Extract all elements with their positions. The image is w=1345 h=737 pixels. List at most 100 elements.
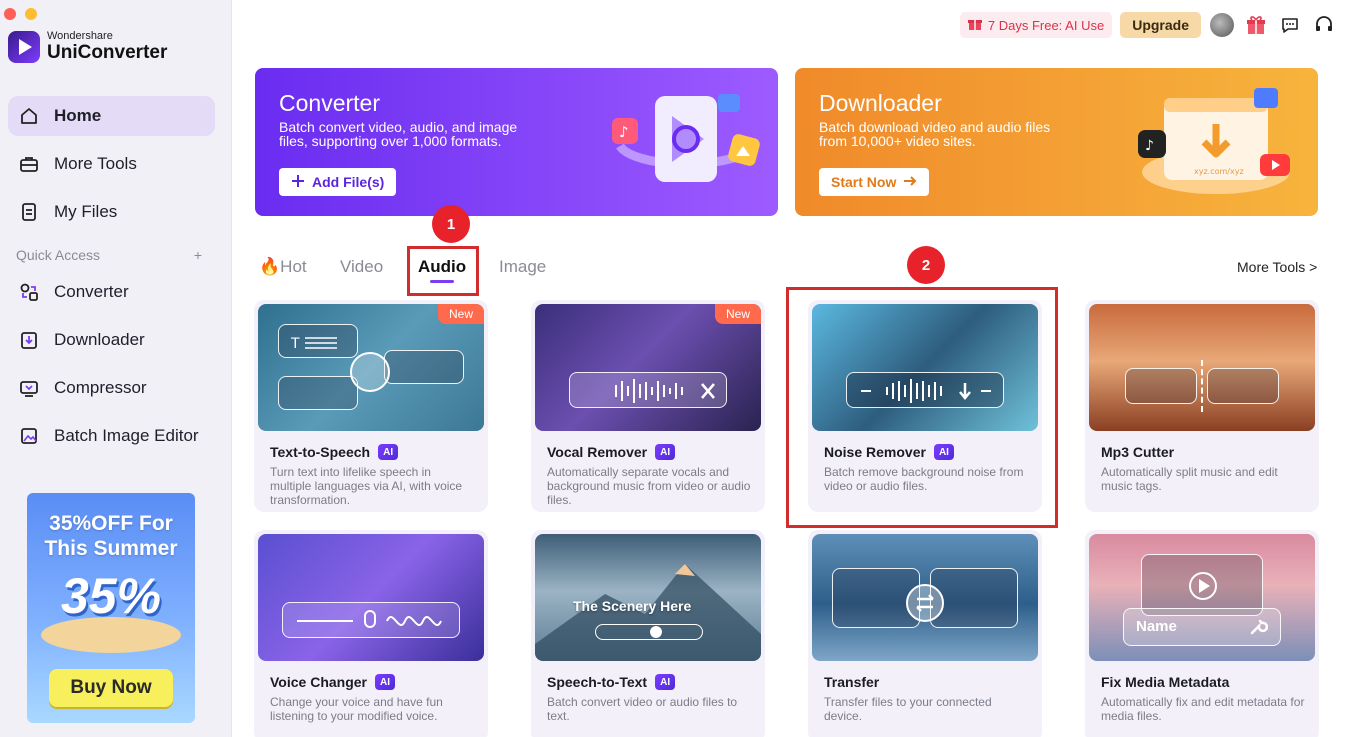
- card-vocal-remover[interactable]: New Vocal Remover AI Automatically separa…: [531, 300, 765, 512]
- ai-badge: AI: [655, 674, 676, 690]
- downloader-illustration-icon: xyz.com/xyz ♪: [1138, 88, 1290, 194]
- card-title-text: Fix Media Metadata: [1101, 674, 1230, 690]
- card-text-to-speech[interactable]: T New Text-to-Speech AI Turn text into li…: [254, 300, 488, 512]
- home-icon: [18, 105, 40, 127]
- sidebar: Wondershare UniConverter Home More Tools…: [0, 0, 232, 737]
- sidebar-item-label: More Tools: [54, 154, 137, 173]
- remove-vocals-bar: [569, 372, 727, 408]
- text-box-icon: T: [278, 324, 358, 358]
- progress-track: [595, 624, 703, 640]
- fire-icon: 🔥: [259, 257, 281, 276]
- downloader-description: Batch download video and audio files fro…: [819, 119, 1051, 149]
- card-description: Automatically split music and edit music…: [1101, 465, 1278, 493]
- card-voice-changer[interactable]: Voice Changer AI Change your voice and ha…: [254, 530, 488, 737]
- progress-knob: [650, 626, 662, 638]
- converter-title: Converter: [279, 90, 380, 116]
- wrench-icon: [1250, 619, 1268, 635]
- support-headset-icon[interactable]: [1311, 12, 1337, 38]
- add-files-label: Add File(s): [312, 174, 385, 190]
- ai-badge: AI: [655, 444, 676, 460]
- gift-icon: [967, 17, 982, 34]
- sidebar-item-converter[interactable]: Converter: [8, 272, 215, 312]
- card-description: Change your voice and have fun listening…: [270, 695, 443, 723]
- minimize-window-button[interactable]: [25, 8, 37, 20]
- noise-filter-bar: [846, 372, 1004, 408]
- sidebar-item-label: Batch Image Editor: [54, 426, 199, 445]
- sidebar-item-label: Downloader: [54, 330, 145, 349]
- compressor-icon: [18, 377, 40, 399]
- waveform-icon: [1125, 368, 1197, 404]
- downloader-banner[interactable]: Downloader Batch download video and audi…: [795, 68, 1318, 216]
- noise-remover-thumbnail: [812, 304, 1038, 431]
- files-icon: [18, 201, 40, 223]
- converter-description: Batch convert video, audio, and image fi…: [279, 119, 518, 149]
- sidebar-item-compressor[interactable]: Compressor: [8, 368, 215, 408]
- card-description: Automatically separate vocals and backgr…: [547, 465, 751, 507]
- sidebar-item-downloader[interactable]: Downloader: [8, 320, 215, 360]
- card-title-text: Vocal Remover: [547, 444, 648, 460]
- url-sample-text: xyz.com/xyz: [1194, 167, 1244, 176]
- waveform-icon: [278, 376, 358, 410]
- tab-image[interactable]: Image: [499, 257, 546, 277]
- new-badge: New: [438, 304, 484, 324]
- name-field-label: Name: [1136, 618, 1177, 635]
- card-noise-remover[interactable]: Noise Remover AI Batch remove background …: [808, 300, 1042, 512]
- tab-video[interactable]: Video: [340, 257, 383, 277]
- account-avatar[interactable]: [1209, 12, 1235, 38]
- sidebar-item-batch-image-editor[interactable]: Batch Image Editor: [8, 416, 215, 456]
- card-title: Mp3 Cutter: [1101, 444, 1174, 460]
- free-trial-text: 7 Days Free: AI Use: [987, 17, 1105, 33]
- card-speech-to-text[interactable]: The Scenery Here Speech-to-Text AI Batch …: [531, 530, 765, 737]
- app-logo: Wondershare UniConverter: [8, 30, 167, 63]
- start-now-button[interactable]: Start Now: [819, 168, 930, 196]
- quick-access-label: Quick Access: [16, 247, 101, 263]
- sidebar-item-my-files[interactable]: My Files: [8, 192, 215, 232]
- downloader-title: Downloader: [819, 90, 942, 116]
- card-title-text: Noise Remover: [824, 444, 926, 460]
- voice-wave-bar: [282, 602, 460, 638]
- promo-line-2: This Summer: [44, 537, 178, 560]
- upgrade-button[interactable]: Upgrade: [1120, 12, 1201, 38]
- close-window-button[interactable]: [4, 8, 16, 20]
- card-title-text: Speech-to-Text: [547, 674, 648, 690]
- video-frame-icon: [1141, 554, 1263, 616]
- more-tools-link[interactable]: More Tools >: [1237, 259, 1317, 275]
- ai-badge: AI: [375, 674, 395, 690]
- feedback-icon[interactable]: [1277, 12, 1303, 38]
- new-badge: New: [715, 304, 761, 324]
- waveform-icon: [1207, 368, 1279, 404]
- ai-badge: AI: [378, 444, 399, 460]
- card-fix-media-metadata[interactable]: Name Fix Media Metadata Automatically fi…: [1085, 530, 1319, 737]
- card-title: Speech-to-Text AI: [547, 674, 676, 690]
- gift-box-icon[interactable]: [1243, 12, 1269, 38]
- scenery-caption: The Scenery Here: [573, 598, 692, 614]
- card-mp3-cutter[interactable]: Mp3 Cutter Automatically split music and…: [1085, 300, 1319, 512]
- downloader-icon: [18, 329, 40, 351]
- sidebar-item-label: Compressor: [54, 378, 147, 397]
- text-to-speech-thumbnail: T New: [258, 304, 484, 431]
- converter-banner[interactable]: Converter Batch convert video, audio, an…: [255, 68, 778, 216]
- speech-to-text-thumbnail: The Scenery Here: [535, 534, 761, 661]
- sidebar-item-more-tools[interactable]: More Tools: [8, 144, 215, 184]
- svg-text:♪: ♪: [619, 123, 629, 141]
- image-editor-icon: [18, 425, 40, 447]
- card-title: Vocal Remover AI: [547, 444, 676, 460]
- promo-line-1: 35%OFF For: [49, 512, 173, 535]
- sidebar-item-label: My Files: [54, 202, 118, 221]
- tab-hot[interactable]: 🔥Hot: [259, 257, 307, 277]
- summer-promo-banner[interactable]: 35%OFF For This Summer 35% Buy Now: [27, 493, 195, 723]
- converter-illustration-icon: ♪: [612, 94, 760, 182]
- plus-icon: [291, 174, 305, 191]
- sidebar-item-home[interactable]: Home: [8, 96, 215, 136]
- card-transfer[interactable]: Transfer Transfer files to your connecte…: [808, 530, 1042, 737]
- add-quick-access-button[interactable]: +: [194, 247, 202, 263]
- free-trial-badge[interactable]: 7 Days Free: AI Use: [959, 12, 1113, 38]
- sidebar-item-label: Home: [54, 106, 102, 125]
- add-files-button[interactable]: Add File(s): [279, 168, 397, 196]
- buy-now-button[interactable]: Buy Now: [49, 669, 173, 707]
- transfer-arrows-icon: [906, 584, 944, 622]
- card-title: Text-to-Speech AI: [270, 444, 399, 460]
- uniconverter-logo-icon: [8, 30, 40, 63]
- highlight-audio-tab: [407, 246, 479, 296]
- transfer-thumbnail: [812, 534, 1038, 661]
